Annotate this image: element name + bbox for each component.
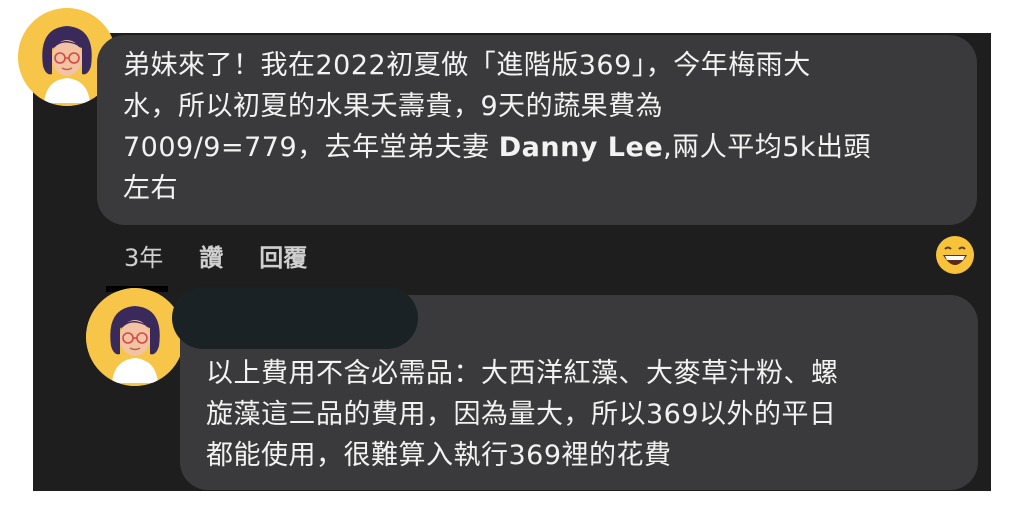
comment-bubble: 弟妹來了！我在2022初夏做「進階版369」，今年梅雨大 水，所以初夏的水果夭壽… [97,35,977,225]
timestamp[interactable]: 3年 [124,238,163,273]
avatar[interactable] [86,288,184,386]
person-avatar-icon [86,288,184,386]
user-mention-link[interactable]: Danny Lee [499,132,663,163]
like-button[interactable]: 讚 [199,238,223,273]
comment-text: 弟妹來了！我在2022初夏做「進階版369」，今年梅雨大 水，所以初夏的水果夭壽… [123,50,872,204]
reply-text: 以上費用不含必需品：大西洋紅藻、大麥草汁粉、螺 旋藻這三品的費用，因為量大，所以… [206,358,839,471]
grinning-face-icon[interactable] [935,235,975,275]
redacted-username [172,287,418,349]
comment-actions: 3年 讚 回覆 [124,238,307,273]
reply-button[interactable]: 回覆 [259,238,307,273]
